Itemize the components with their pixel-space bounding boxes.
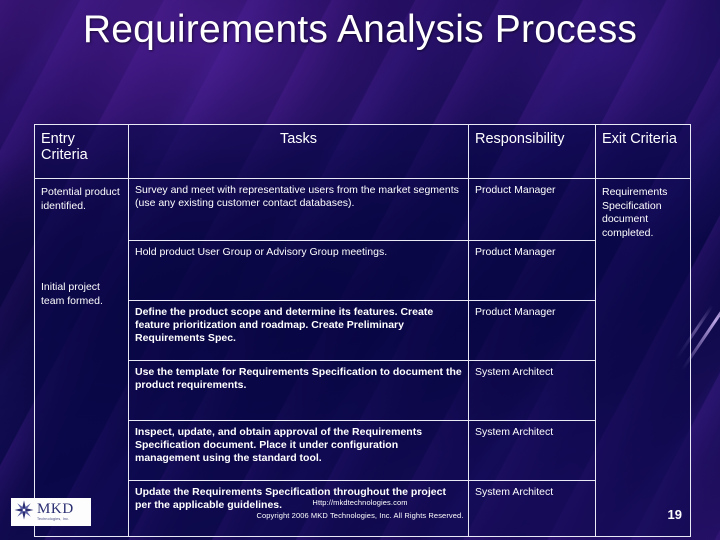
exit-criteria-cell: Requirements Specification document comp… xyxy=(595,178,691,537)
table-header-row: Entry Criteria Tasks Responsibility Exit… xyxy=(34,124,691,179)
responsibility-cell: System Architect xyxy=(468,420,596,481)
page-number: 19 xyxy=(667,507,682,522)
responsibility-cell: Product Manager xyxy=(468,240,596,301)
task-cell: Define the product scope and determine i… xyxy=(128,300,469,361)
column-header-exit-criteria: Exit Criteria xyxy=(595,124,691,179)
slide-footer: Http://mkdtechnologies.com Copyright 200… xyxy=(0,497,720,521)
task-cell: Inspect, update, and obtain approval of … xyxy=(128,420,469,481)
entry-criteria-item-2: Initial project team formed. xyxy=(41,281,103,307)
responsibility-cell: Product Manager xyxy=(468,300,596,361)
task-cell: Use the template for Requirements Specif… xyxy=(128,360,469,421)
table-row: Use the template for Requirements Specif… xyxy=(35,360,691,421)
slide-title: Requirements Analysis Process xyxy=(82,8,638,51)
responsibility-cell: Product Manager xyxy=(468,178,596,241)
column-header-entry-criteria: Entry Criteria xyxy=(34,124,129,179)
table-row: Define the product scope and determine i… xyxy=(35,300,691,361)
footer-copyright: Copyright 2006 MKD Technologies, Inc. Al… xyxy=(256,511,464,520)
slide-canvas: Requirements Analysis Process Entry Crit… xyxy=(0,0,720,540)
task-cell: Hold product User Group or Advisory Grou… xyxy=(128,240,469,301)
table-row: Potential product identified. Initial pr… xyxy=(34,178,691,537)
entry-criteria-item-1: Potential product identified. xyxy=(41,186,120,212)
task-cell: Survey and meet with representative user… xyxy=(128,178,469,241)
entry-criteria-cell: Potential product identified. Initial pr… xyxy=(34,178,129,537)
table-row: Inspect, update, and obtain approval of … xyxy=(35,420,691,481)
column-header-tasks: Tasks xyxy=(128,124,469,179)
process-table: Entry Criteria Tasks Responsibility Exit… xyxy=(34,124,691,537)
table-row: Hold product User Group or Advisory Grou… xyxy=(35,240,691,301)
responsibility-cell: System Architect xyxy=(468,360,596,421)
column-header-responsibility: Responsibility xyxy=(468,124,596,179)
footer-url[interactable]: Http://mkdtechnologies.com xyxy=(0,497,720,508)
